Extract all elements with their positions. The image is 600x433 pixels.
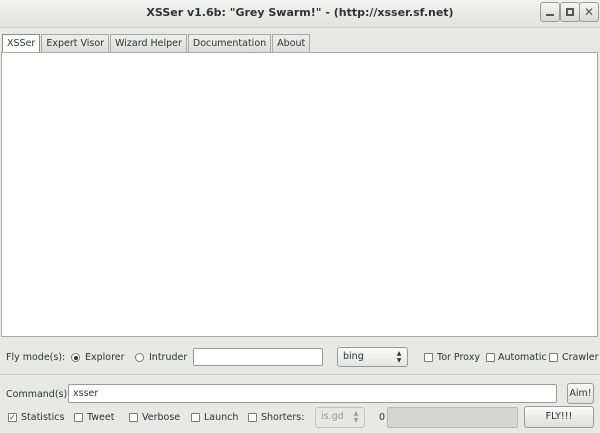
launch-label[interactable]: Launch [204,412,238,423]
tab-xsser[interactable]: XSSer [2,34,41,53]
maximize-icon [566,8,574,16]
tab-expert-visor[interactable]: Expert Visor [41,34,110,52]
chevron-updown-icon: ▲ ▼ [353,410,359,424]
crawler-checkbox[interactable] [549,353,558,362]
verbose-checkbox[interactable] [129,413,138,422]
app-window: XSSer v1.6b: "Grey Swarm!" - (http://xss… [0,0,600,433]
shortener-select[interactable]: is.gd ▲ ▼ [315,407,365,428]
minimize-icon [546,14,554,16]
tab-wizard-helper[interactable]: Wizard Helper [110,34,187,52]
statistics-label[interactable]: Statistics [21,412,64,423]
search-engine-value: bing [343,351,364,362]
close-button[interactable]: ✕ [579,2,599,22]
tor-proxy-checkbox[interactable] [424,353,433,362]
command-input[interactable] [68,384,557,403]
separator [0,374,600,375]
injection-counter: 0 [379,412,386,423]
automatic-label[interactable]: Automatic [498,352,547,363]
tweet-checkbox[interactable] [74,413,83,422]
shortener-value: is.gd [321,411,344,422]
target-url-input[interactable] [193,348,323,366]
fly-mode-label: Fly mode(s): [6,352,66,363]
intruder-label[interactable]: Intruder [149,352,187,363]
verbose-label[interactable]: Verbose [142,412,180,423]
chevron-updown-icon: ▲ ▼ [396,350,402,364]
statistics-checkbox[interactable]: ✓ [8,413,17,422]
tweet-label[interactable]: Tweet [87,412,114,423]
launch-checkbox[interactable] [191,413,200,422]
fly-button[interactable]: FLY!!! [524,406,594,428]
explorer-radio[interactable] [71,353,80,362]
minimize-button[interactable] [540,2,560,22]
maximize-button[interactable] [560,2,580,22]
progress-bar [387,407,518,428]
tor-proxy-label[interactable]: Tor Proxy [437,352,480,363]
explorer-label[interactable]: Explorer [85,352,125,363]
automatic-checkbox[interactable] [486,353,495,362]
notebook-tabs: XSSer Expert Visor Wizard Helper Documen… [2,34,311,53]
command-label: Command(s): [6,389,71,400]
close-icon: ✕ [583,5,595,19]
search-engine-select[interactable]: bing ▲ ▼ [337,347,408,367]
shorters-checkbox[interactable] [248,413,257,422]
title-bar: XSSer v1.6b: "Grey Swarm!" - (http://xss… [0,0,600,28]
crawler-label[interactable]: Crawler [562,352,599,363]
window-title: XSSer v1.6b: "Grey Swarm!" - (http://xss… [146,6,454,19]
tab-documentation[interactable]: Documentation [187,34,272,52]
intruder-radio[interactable] [135,353,144,362]
output-area[interactable] [1,52,598,337]
tab-about[interactable]: About [272,34,311,52]
aim-button[interactable]: Aim! [567,383,594,404]
shorters-label[interactable]: Shorters: [261,412,304,423]
